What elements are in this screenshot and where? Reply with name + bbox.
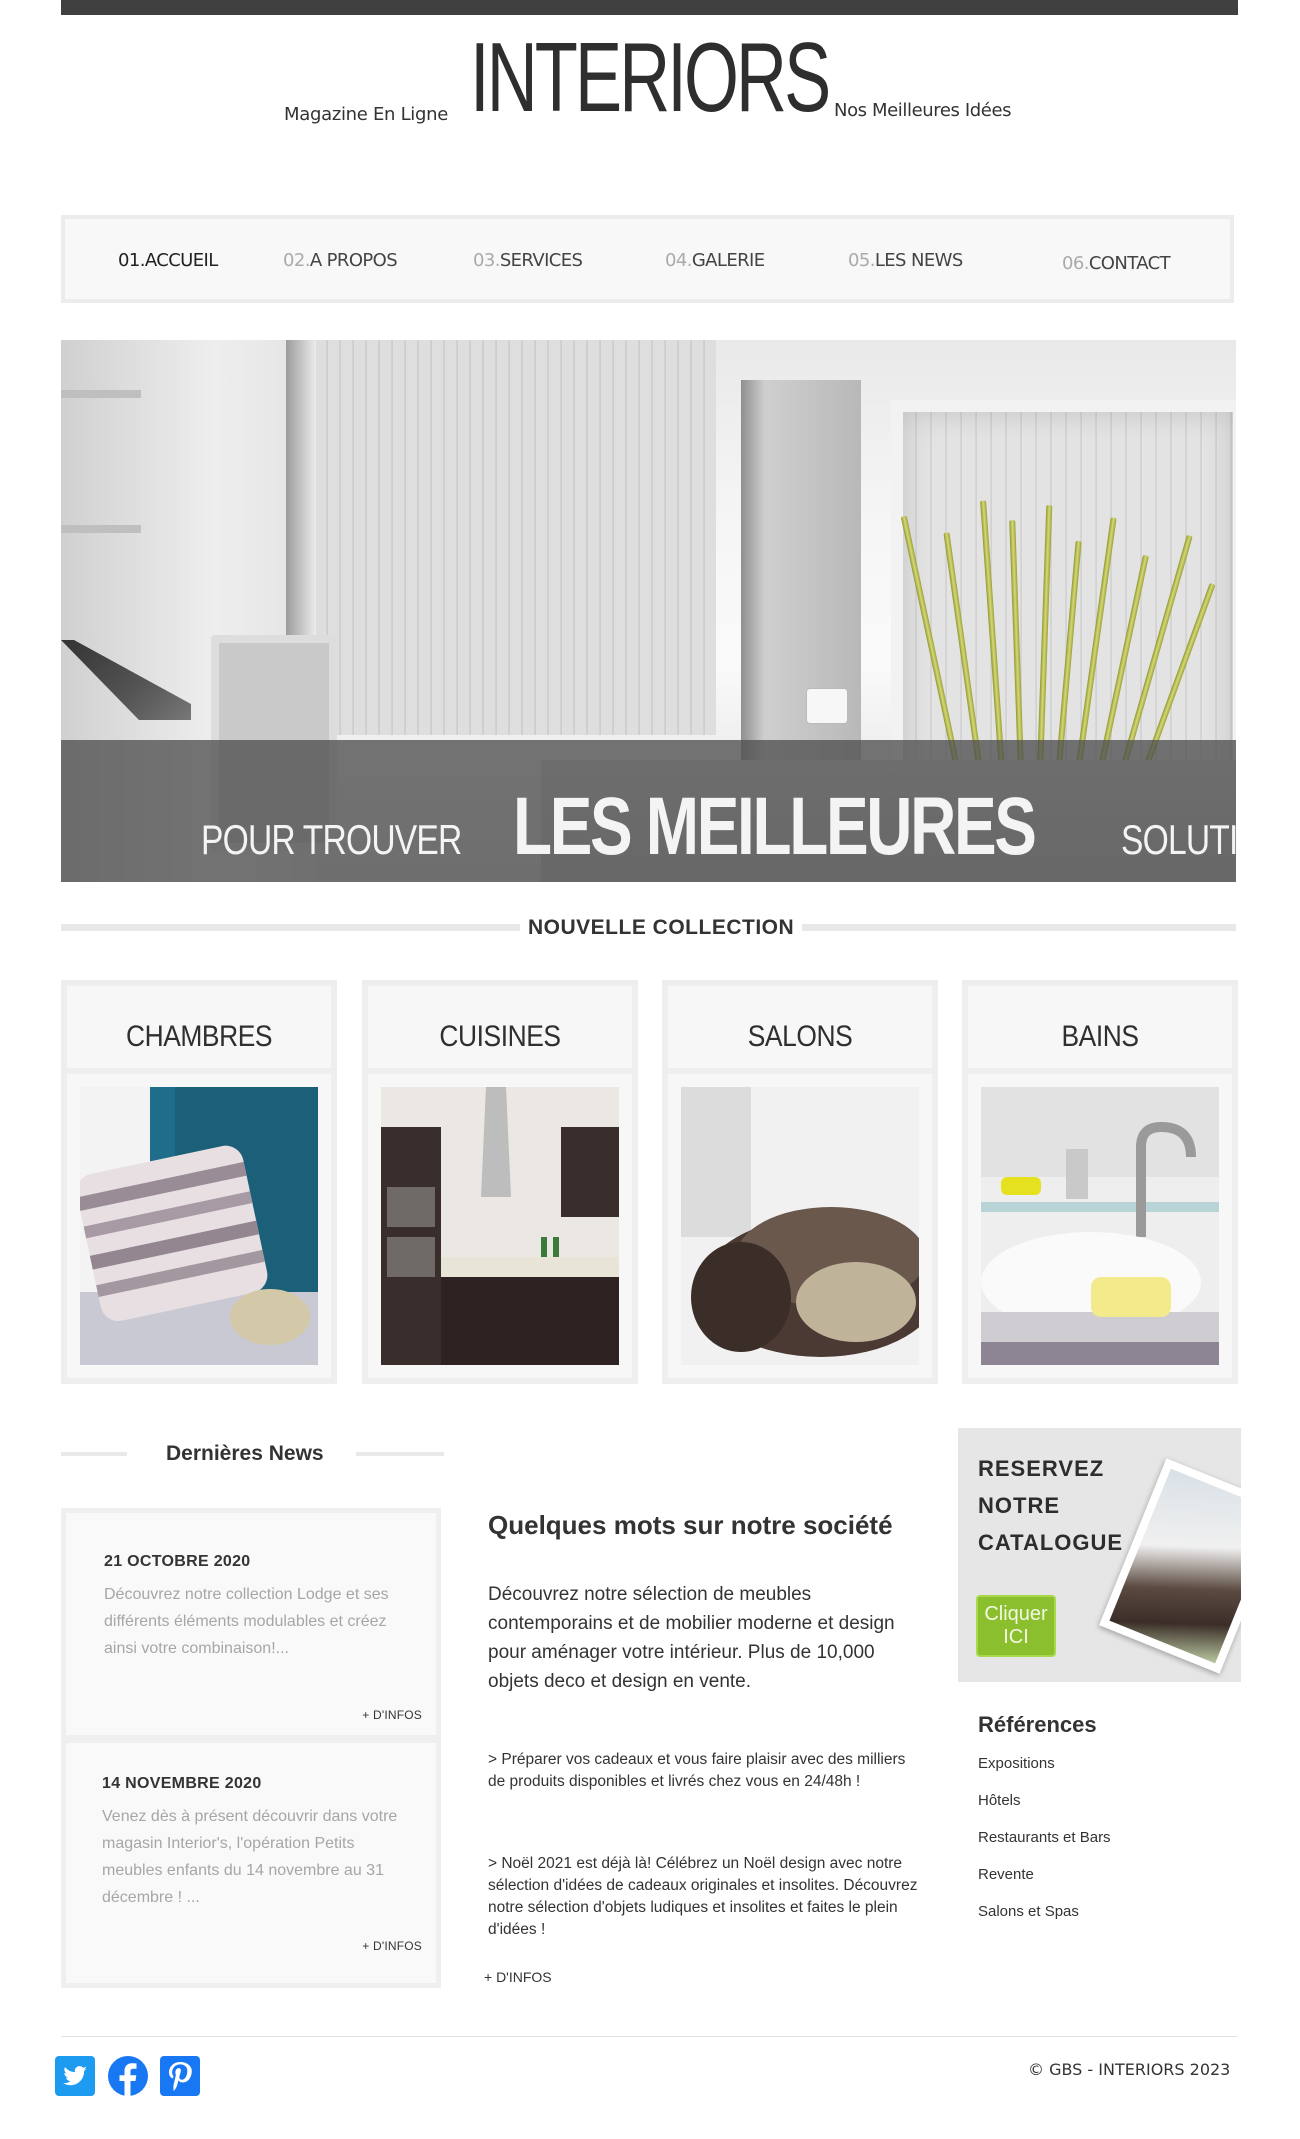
hero-caption-right: SOLUTIONS... <box>1121 816 1236 863</box>
catalog-button-label: Cliquer <box>984 1603 1048 1625</box>
news-rule-right <box>356 1452 444 1456</box>
card-body <box>67 1074 331 1378</box>
pinterest-icon[interactable] <box>160 2056 200 2096</box>
hero-shelf <box>61 390 141 398</box>
card-header: CUISINES <box>368 986 632 1068</box>
about-paragraph-1: > Préparer vos cadeaux et vous faire pla… <box>488 1751 906 1790</box>
nav-item-galerie[interactable]: 04.GALERIE <box>665 250 765 271</box>
nav-label: ACCUEIL <box>144 250 218 271</box>
card-image-salons[interactable] <box>681 1087 919 1365</box>
card-body <box>368 1074 632 1378</box>
catalog-title-line: NOTRE <box>978 1493 1060 1518</box>
nav-number: 01. <box>118 250 145 271</box>
nav-label: CONTACT <box>1088 253 1171 274</box>
card-body <box>668 1074 932 1378</box>
card-body <box>968 1074 1232 1378</box>
nav-item-a-propos[interactable]: 02.A PROPOS <box>283 250 398 271</box>
top-bar <box>61 0 1238 15</box>
news-item: 14 NOVEMBRE 2020 Venez dès à présent déc… <box>61 1738 441 1988</box>
about-lead: Découvrez notre sélection de meubles con… <box>488 1584 895 1692</box>
collection-card-cuisines[interactable]: CUISINES <box>362 980 638 1384</box>
nav-number: 06. <box>1062 253 1089 274</box>
card-title: CUISINES <box>439 1020 561 1053</box>
card-title: SALONS <box>747 1020 853 1053</box>
tagline-right: Nos Meilleures Idées <box>834 100 1012 121</box>
footer-rule <box>61 2036 1238 2037</box>
news-date: 14 NOVEMBRE 2020 <box>102 1775 262 1792</box>
nav-item-les-news[interactable]: 05.LES NEWS <box>848 250 963 271</box>
news-rule-left <box>61 1452 127 1456</box>
catalog-title-line: CATALOGUE <box>978 1530 1124 1555</box>
card-image-cuisines[interactable] <box>381 1087 619 1365</box>
hero-blinds <box>316 340 716 735</box>
catalog-promo: RESERVEZ NOTRE CATALOGUE Cliquer ICI <box>958 1428 1241 1682</box>
reference-link[interactable]: Revente <box>978 1866 1034 1883</box>
nav-label: GALERIE <box>691 250 765 271</box>
news-date: 21 OCTOBRE 2020 <box>104 1553 251 1570</box>
about-more-link[interactable]: + D'INFOS <box>484 1969 552 1985</box>
news-item-inner: 21 OCTOBRE 2020 Découvrez notre collecti… <box>66 1513 436 1735</box>
reference-link[interactable]: Hôtels <box>978 1792 1021 1809</box>
reference-link[interactable]: Expositions <box>978 1755 1055 1772</box>
references-title: Références <box>978 1712 1097 1737</box>
nav-label: LES NEWS <box>874 250 963 271</box>
nav-item-contact[interactable]: 06.CONTACT <box>1062 253 1171 274</box>
main-nav: 01.ACCUEIL 02.A PROPOS 03.SERVICES 04.GA… <box>61 215 1234 303</box>
news-text: Venez dès à présent découvrir dans votre… <box>102 1808 398 1906</box>
card-title: CHAMBRES <box>125 1020 273 1053</box>
nav-number: 02. <box>283 250 310 271</box>
card-image-chambres[interactable] <box>80 1087 318 1365</box>
nav-number: 04. <box>665 250 692 271</box>
catalog-title: RESERVEZ NOTRE CATALOGUE <box>978 1450 1123 1561</box>
tagline-left: Magazine En Ligne <box>284 104 449 125</box>
twitter-icon[interactable] <box>55 2056 95 2096</box>
nav-item-accueil[interactable]: 01.ACCUEIL <box>118 250 218 271</box>
catalog-button-label: ICI <box>1003 1626 1029 1648</box>
card-image-bains[interactable] <box>981 1087 1219 1365</box>
hero-shelf <box>61 525 141 533</box>
about-paragraph-2: > Noël 2021 est déjà là! Célébrez un Noë… <box>488 1855 918 1938</box>
card-header: CHAMBRES <box>67 986 331 1068</box>
catalog-click-button[interactable]: Cliquer ICI <box>976 1595 1056 1657</box>
news-text: Découvrez notre collection Lodge et ses … <box>104 1586 389 1657</box>
collection-card-chambres[interactable]: CHAMBRES <box>61 980 337 1384</box>
news-more-link[interactable]: + D'INFOS <box>362 1708 422 1722</box>
about-title: Quelques mots sur notre société <box>488 1510 893 1540</box>
hero-lamp <box>806 688 848 724</box>
news-more-link[interactable]: + D'INFOS <box>362 1939 422 1953</box>
news-heading: Dernières News <box>166 1442 324 1465</box>
collection-card-salons[interactable]: SALONS <box>662 980 938 1384</box>
nav-label: SERVICES <box>499 250 583 271</box>
collection-card-bains[interactable]: BAINS <box>962 980 1238 1384</box>
card-header: SALONS <box>668 986 932 1068</box>
news-item: 21 OCTOBRE 2020 Découvrez notre collecti… <box>61 1508 441 1740</box>
card-header: BAINS <box>968 986 1232 1068</box>
reference-link[interactable]: Salons et Spas <box>978 1903 1079 1920</box>
hero-caption-left: POUR TROUVER <box>201 816 462 863</box>
site-logo[interactable]: INTERIORS <box>470 28 831 126</box>
collection-heading: NOUVELLE COLLECTION <box>520 916 803 940</box>
reference-link[interactable]: Restaurants et Bars <box>978 1829 1111 1846</box>
hero-banner: POUR TROUVER LES MEILLEURES SOLUTIONS... <box>61 340 1236 882</box>
nav-label: A PROPOS <box>309 250 398 271</box>
nav-number: 05. <box>848 250 875 271</box>
nav-item-services[interactable]: 03.SERVICES <box>473 250 583 271</box>
hero-door <box>741 380 861 800</box>
card-title: BAINS <box>1061 1020 1139 1053</box>
nav-number: 03. <box>473 250 500 271</box>
hero-caption: POUR TROUVER LES MEILLEURES SOLUTIONS... <box>201 780 1236 874</box>
facebook-icon[interactable] <box>108 2056 148 2096</box>
news-item-inner: 14 NOVEMBRE 2020 Venez dès à présent déc… <box>66 1743 436 1983</box>
catalog-title-line: RESERVEZ <box>978 1456 1105 1481</box>
hero-caption-big: LES MEILLEURES <box>512 781 1037 872</box>
copyright: © GBS - INTERIORS 2023 <box>1028 2060 1231 2079</box>
